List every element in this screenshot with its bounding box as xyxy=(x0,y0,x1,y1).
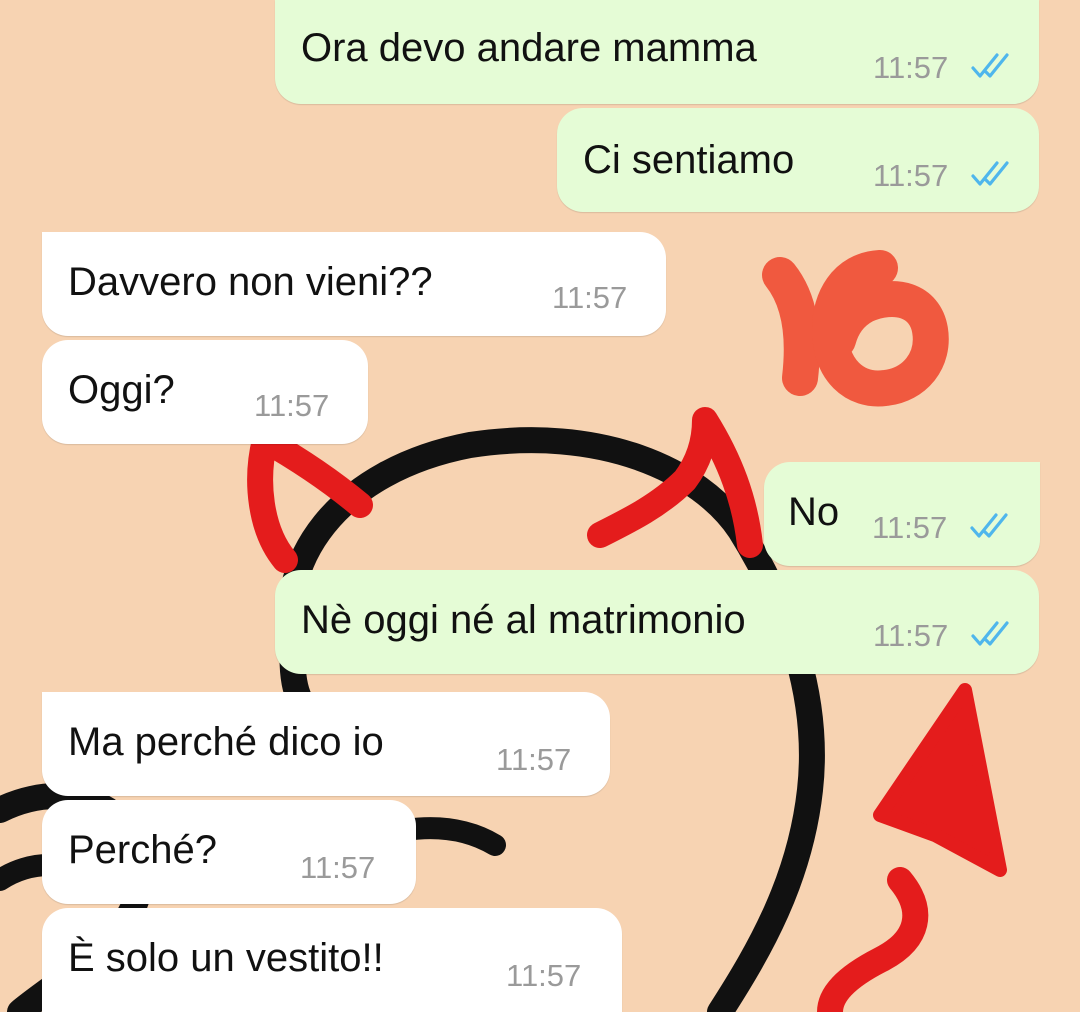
double-check-read-icon xyxy=(970,513,1008,538)
message-bubble-outgoing[interactable]: Ora devo andare mamma 11:57 xyxy=(275,0,1039,104)
chat-thread: Ora devo andare mamma 11:57 Ci sentiamo … xyxy=(0,0,1080,1012)
message-text: Nè oggi né al matrimonio xyxy=(301,598,746,642)
message-text: Oggi? xyxy=(68,368,175,412)
message-bubble-outgoing[interactable]: No 11:57 xyxy=(764,462,1040,566)
message-text: No xyxy=(788,490,840,534)
message-text: È solo un vestito!! xyxy=(68,936,384,980)
message-time: 11:57 xyxy=(873,158,949,193)
message-bubble-incoming[interactable]: Ma perché dico io 11:57 xyxy=(42,692,610,796)
message-text: Perché? xyxy=(68,828,217,872)
message-time: 11:57 xyxy=(873,50,949,85)
message-time: 11:57 xyxy=(254,388,330,423)
message-text: Ora devo andare mamma xyxy=(301,26,757,70)
message-bubble-outgoing[interactable]: Ci sentiamo 11:57 xyxy=(557,108,1039,212)
message-bubble-incoming[interactable]: È solo un vestito!! 11:57 xyxy=(42,908,622,1012)
message-time: 11:57 xyxy=(873,618,949,653)
double-check-read-icon xyxy=(971,621,1009,646)
double-check-read-icon xyxy=(971,161,1009,186)
message-bubble-outgoing[interactable]: Nè oggi né al matrimonio 11:57 xyxy=(275,570,1039,674)
message-bubble-incoming[interactable]: Oggi? 11:57 xyxy=(42,340,368,444)
message-time: 11:57 xyxy=(552,280,628,315)
message-time: 11:57 xyxy=(300,850,376,885)
message-time: 11:57 xyxy=(872,510,948,545)
message-text: Ci sentiamo xyxy=(583,138,795,182)
message-time: 11:57 xyxy=(506,958,582,993)
message-bubble-incoming[interactable]: Davvero non vieni?? 11:57 xyxy=(42,232,666,336)
message-text: Davvero non vieni?? xyxy=(68,260,433,304)
message-text: Ma perché dico io xyxy=(68,720,384,764)
message-bubble-incoming[interactable]: Perché? 11:57 xyxy=(42,800,416,904)
message-time: 11:57 xyxy=(496,742,572,777)
double-check-read-icon xyxy=(971,53,1009,78)
